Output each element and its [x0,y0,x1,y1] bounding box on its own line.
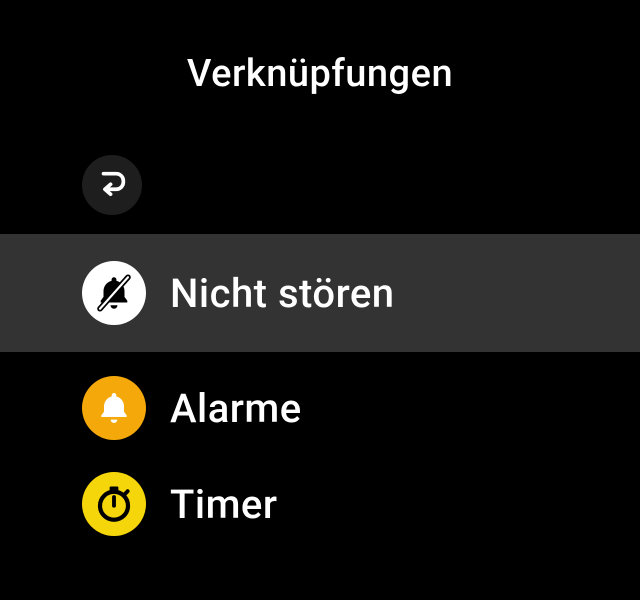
list-item-alarms[interactable]: Alarme [0,360,640,456]
list-item-label: Timer [170,481,277,528]
back-arrow-icon [82,155,142,215]
list-item-back[interactable] [0,140,640,230]
shortcuts-screen: Verknüpfungen Nicht stören [0,0,640,600]
dnd-icon [82,261,146,325]
alarm-bell-icon [82,376,146,440]
stopwatch-icon [82,472,146,536]
list-item-label: Nicht stören [170,270,395,317]
page-title: Verknüpfungen [0,52,640,96]
list-item-label: Alarme [170,385,302,432]
list-item-timer[interactable]: Timer [0,456,640,552]
list-item-do-not-disturb[interactable]: Nicht stören [0,234,640,352]
shortcuts-list: Nicht stören Alarme Timer [0,140,640,552]
